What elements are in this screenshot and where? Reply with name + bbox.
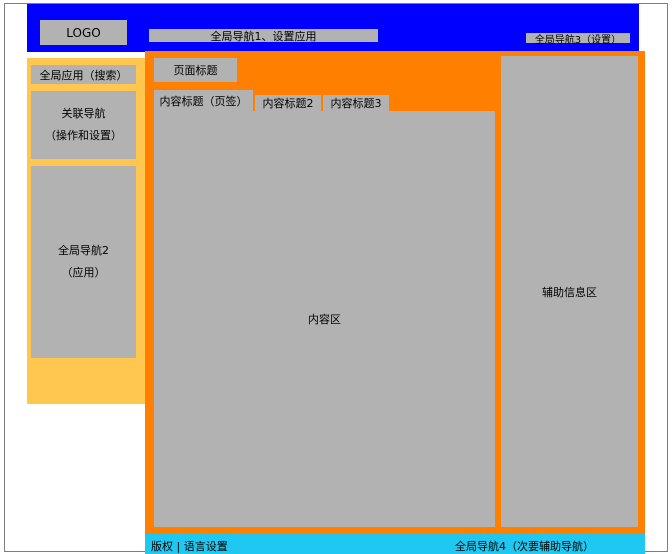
related-nav-line2: （操作和设置）: [45, 129, 122, 142]
tab-content-title-3[interactable]: 内容标题3: [323, 95, 389, 111]
page-title: 页面标题: [154, 58, 237, 82]
global-nav-2-line2: （应用）: [61, 266, 106, 279]
related-nav-line1: 关联导航: [61, 107, 106, 120]
global-nav-3[interactable]: 全局导航3（设置）: [526, 33, 630, 46]
content-area: 内容区: [154, 111, 495, 527]
logo[interactable]: LOGO: [40, 20, 127, 45]
tab-content-title-2[interactable]: 内容标题2: [255, 95, 321, 111]
global-app-search[interactable]: 全局应用（搜索）: [31, 65, 136, 84]
global-nav-2[interactable]: 全局导航2 （应用）: [31, 166, 136, 358]
footer-copyright-language[interactable]: 版权 | 语言设置: [151, 540, 311, 554]
global-nav-1[interactable]: 全局导航1、设置应用: [149, 29, 378, 43]
global-nav-4[interactable]: 全局导航4（次要辅助导航）: [455, 540, 635, 554]
aux-info-area: 辅助信息区: [501, 56, 638, 527]
global-nav-2-line1: 全局导航2: [58, 244, 109, 257]
tab-content-title[interactable]: 内容标题（页签）: [154, 90, 253, 111]
related-nav[interactable]: 关联导航 （操作和设置）: [31, 91, 136, 159]
